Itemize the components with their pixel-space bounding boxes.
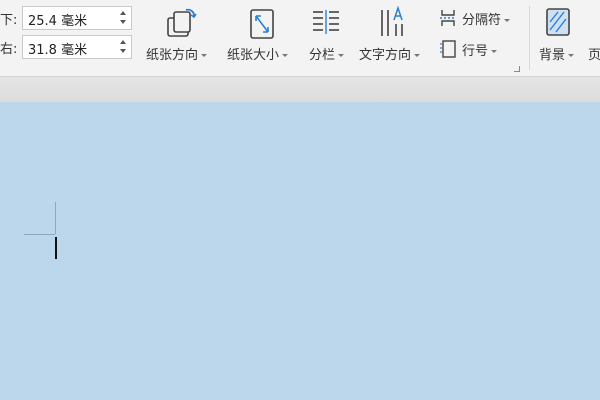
margin-right-spinner[interactable]	[119, 38, 129, 56]
spin-up-icon[interactable]	[120, 40, 126, 44]
spin-up-icon[interactable]	[120, 11, 126, 15]
page-border-label[interactable]: 页	[588, 44, 600, 63]
breaks-icon	[440, 10, 456, 26]
chevron-down-icon	[568, 54, 575, 57]
background-button[interactable]: 背景	[536, 4, 586, 64]
chevron-down-icon	[282, 54, 289, 57]
margin-right-value: 31.8 毫米	[28, 43, 88, 58]
margin-corner-mark	[24, 234, 55, 235]
margin-bottom-label: 下:	[0, 12, 18, 28]
columns-icon	[313, 10, 339, 34]
background-label: 背景	[539, 44, 575, 63]
spin-down-icon[interactable]	[120, 20, 126, 24]
margin-right-input[interactable]: 31.8 毫米	[22, 35, 132, 59]
columns-label: 分栏	[309, 44, 345, 63]
chevron-down-icon	[201, 54, 208, 57]
paper-orientation-button[interactable]: 纸张方向	[142, 4, 220, 64]
paper-orientation-icon	[167, 8, 197, 37]
text-direction-icon	[381, 6, 403, 36]
margin-corner-mark	[55, 202, 56, 234]
columns-button[interactable]: 分栏	[305, 4, 351, 64]
ribbon: 下: 25.4 毫米 右: 31.8 毫米 纸张方向 纸张大小 分栏 文字方向 …	[0, 0, 600, 76]
chevron-down-icon	[491, 49, 498, 53]
paper-size-button[interactable]: 纸张大小	[223, 4, 301, 64]
paper-orientation-label: 纸张方向	[146, 44, 208, 63]
paper-size-icon	[250, 9, 274, 39]
chevron-down-icon	[338, 54, 345, 57]
spin-down-icon[interactable]	[120, 49, 126, 53]
margin-bottom-row: 下:	[0, 5, 20, 31]
margin-right-row: 右:	[0, 34, 20, 60]
ribbon-divider	[529, 6, 530, 70]
text-direction-button[interactable]: 文字方向	[356, 4, 432, 64]
chevron-down-icon	[504, 18, 511, 22]
line-numbers-label: 行号	[462, 40, 498, 59]
breaks-label: 分隔符	[462, 9, 511, 28]
text-cursor	[55, 237, 57, 259]
paper-size-label: 纸张大小	[227, 44, 289, 63]
margin-bottom-value: 25.4 毫米	[28, 14, 88, 29]
text-direction-label: 文字方向	[359, 44, 421, 63]
document-area[interactable]	[0, 102, 600, 400]
line-numbers-icon	[440, 40, 456, 58]
dialog-launcher-icon[interactable]	[514, 66, 520, 72]
ribbon-separator	[0, 76, 600, 102]
background-icon	[546, 8, 570, 36]
margin-right-label: 右:	[0, 41, 18, 57]
breaks-button[interactable]: 分隔符	[438, 7, 511, 29]
margin-bottom-spinner[interactable]	[119, 9, 129, 27]
chevron-down-icon	[414, 54, 421, 57]
margin-bottom-input[interactable]: 25.4 毫米	[22, 6, 132, 30]
line-numbers-button[interactable]: 行号	[438, 38, 498, 60]
